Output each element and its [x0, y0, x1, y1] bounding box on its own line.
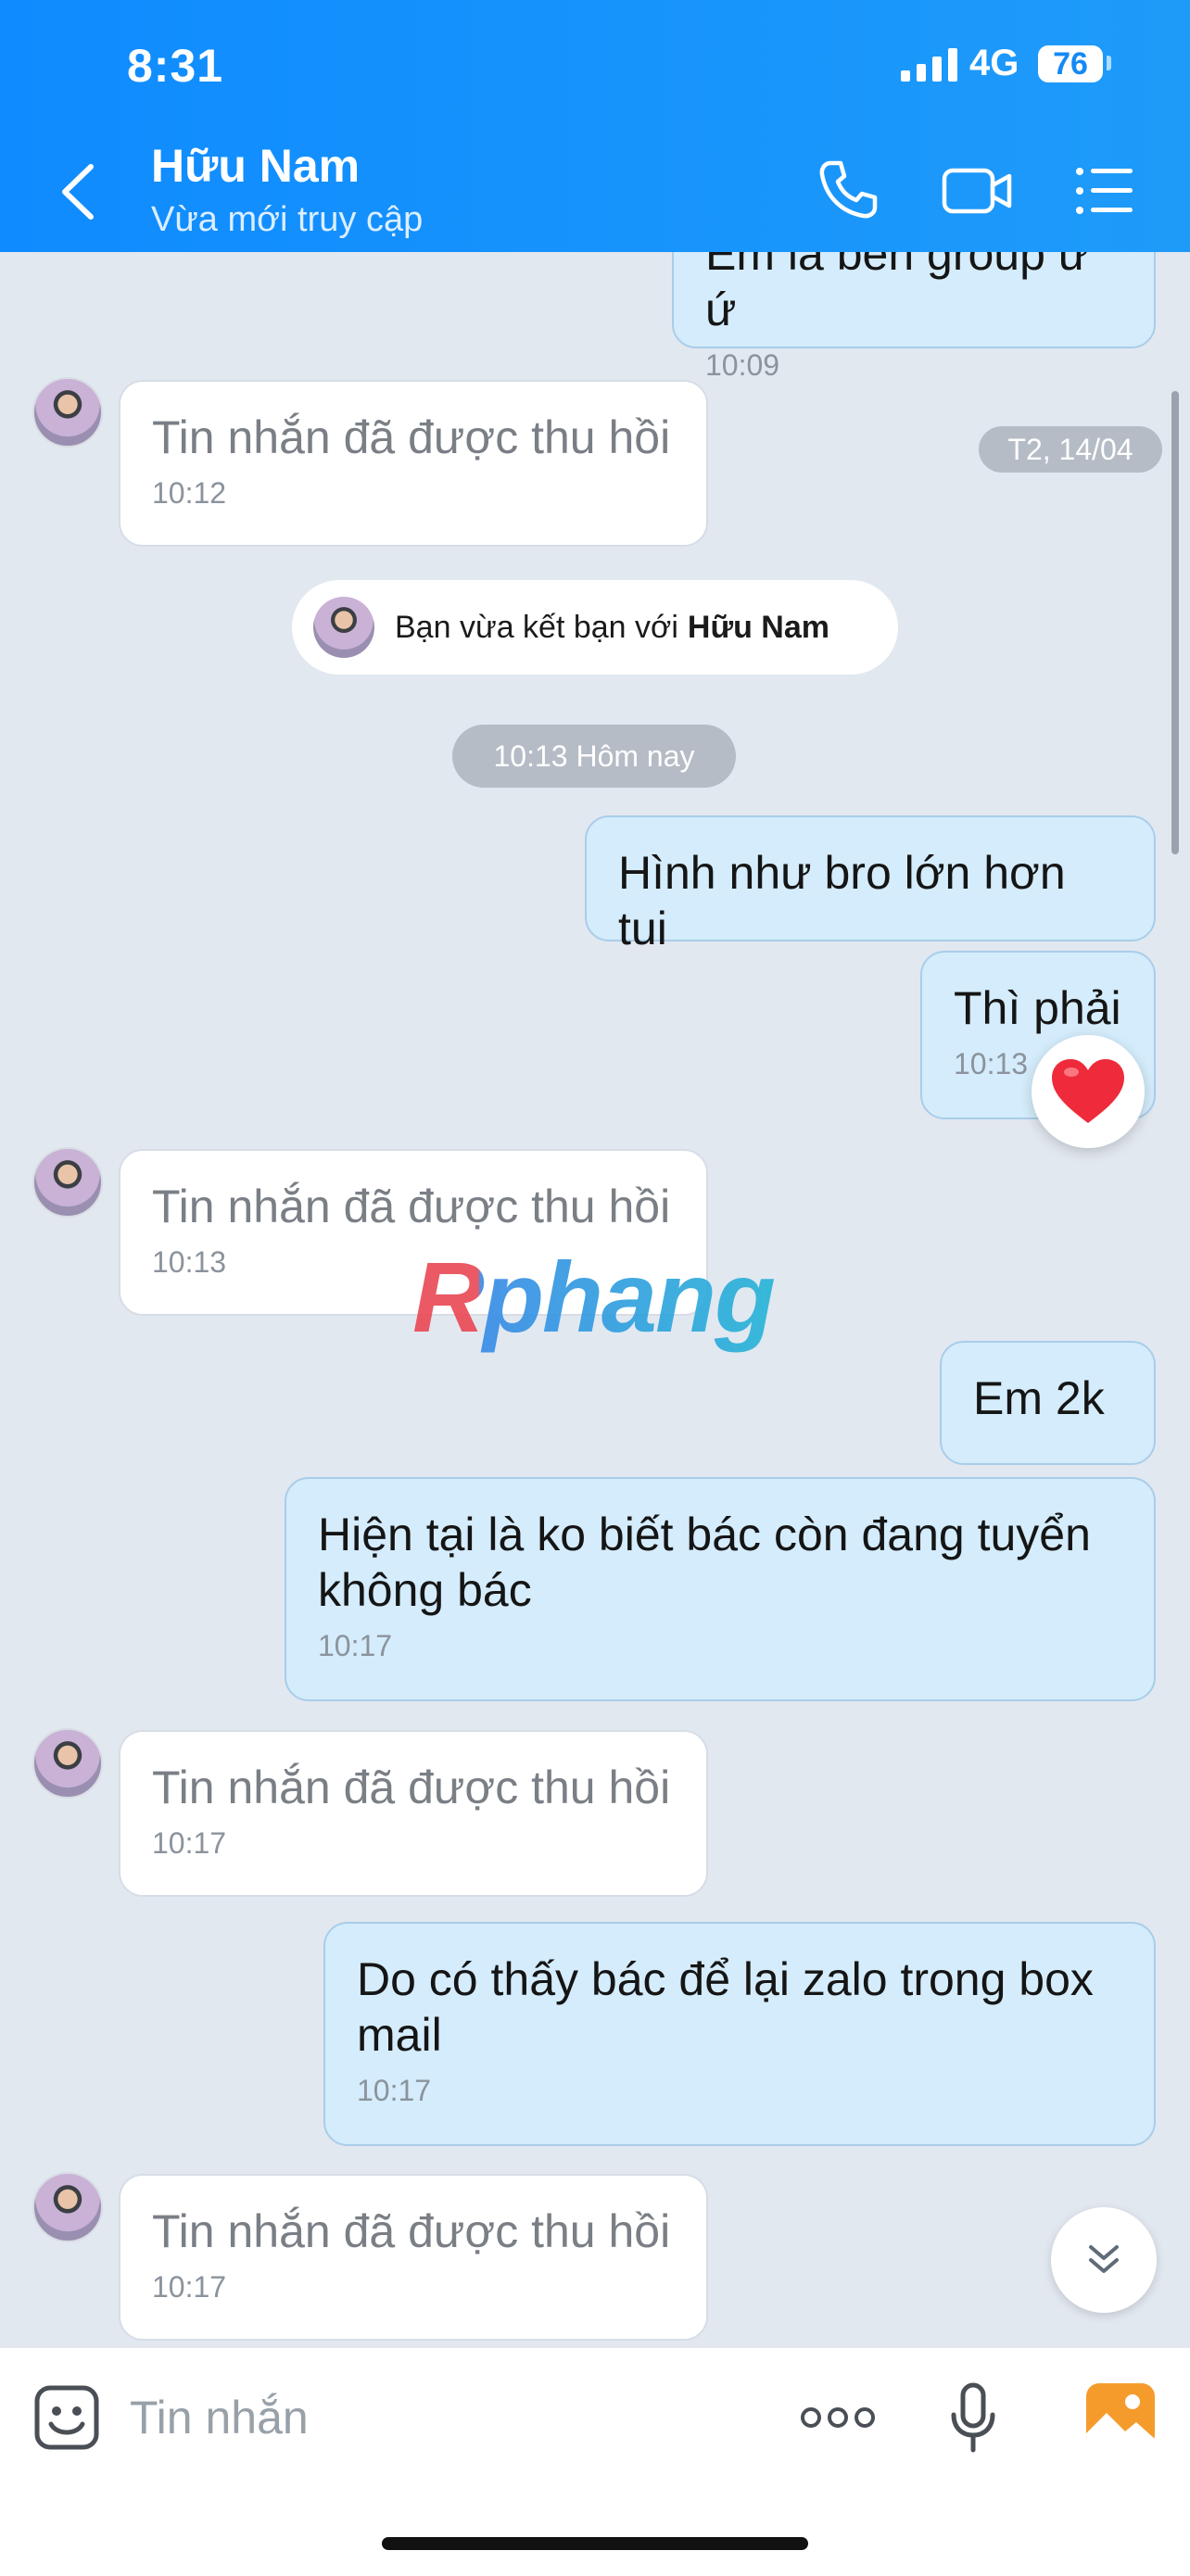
home-indicator: [382, 2537, 808, 2550]
avatar[interactable]: [32, 1728, 103, 1799]
message-text: Tin nhắn đã được thu hồi: [152, 411, 671, 463]
message-bubble-in[interactable]: Tin nhắn đã được thu hồi 10:17: [119, 1730, 708, 1897]
message-bubble-out[interactable]: Hiện tại là ko biết bác còn đang tuyển k…: [285, 1477, 1156, 1701]
heart-icon: [1052, 1059, 1124, 1123]
message-time: 10:17: [152, 2270, 227, 2304]
message-time: 10:17: [357, 2074, 432, 2107]
phone-icon[interactable]: [816, 158, 880, 222]
avatar[interactable]: [32, 1147, 103, 1218]
message-bubble-in[interactable]: Tin nhắn đã được thu hồi 10:12: [119, 380, 708, 547]
scroll-to-bottom-button[interactable]: [1051, 2207, 1157, 2313]
emoji-sticker-icon[interactable]: [32, 2383, 101, 2452]
avatar: [313, 597, 374, 658]
message-bubble-out[interactable]: Do có thấy bác để lại zalo trong box mai…: [323, 1922, 1156, 2146]
message-text: Em 2k: [973, 1372, 1105, 1424]
contact-name[interactable]: Hữu Nam: [151, 139, 360, 193]
system-message-text: Bạn vừa kết bạn với: [395, 609, 678, 645]
contact-status: Vừa mới truy cập: [151, 200, 424, 239]
more-options-icon[interactable]: [799, 2402, 877, 2433]
message-text: Thì phải: [954, 982, 1121, 1034]
message-text: Hiện tại là ko biết bác còn đang tuyển k…: [318, 1509, 1091, 1616]
time-divider: 10:13 Hôm nay: [452, 725, 736, 788]
avatar[interactable]: [32, 2172, 103, 2242]
menu-icon[interactable]: [1075, 162, 1134, 221]
message-bubble-out[interactable]: Em 2k: [940, 1341, 1156, 1465]
battery-icon: 76: [1038, 45, 1103, 82]
message-bubble-out[interactable]: Em là bên group ứ ứ 10:09: [672, 252, 1156, 382]
chat-area[interactable]: Em là bên group ứ ứ 10:09 Tin nhắn đã đư…: [0, 252, 1190, 2346]
message-time: 10:09: [705, 348, 780, 382]
message-text: Em là bên group ứ ứ: [705, 252, 1090, 335]
scrollbar[interactable]: [1171, 391, 1179, 854]
message-bubble-out[interactable]: Hình như bro lớn hơn tui: [585, 815, 1156, 954]
friend-added-system-message: Bạn vừa kết bạn với Hữu Nam: [292, 580, 898, 675]
date-pill: T2, 14/04: [979, 426, 1162, 473]
avatar[interactable]: [32, 377, 103, 448]
message-text: Tin nhắn đã được thu hồi: [152, 2205, 671, 2257]
network-label: 4G: [969, 43, 1019, 83]
message-text: Tin nhắn đã được thu hồi: [152, 1181, 671, 1232]
message-time: 10:12: [152, 476, 227, 510]
message-time: 10:17: [318, 1629, 393, 1662]
chevron-double-down-icon: [1089, 2245, 1119, 2273]
back-icon[interactable]: [56, 159, 102, 224]
microphone-icon[interactable]: [947, 2381, 999, 2456]
heart-reaction-icon[interactable]: [1032, 1035, 1145, 1148]
watermark-logo: Rphang: [412, 1241, 776, 1353]
message-text: Tin nhắn đã được thu hồi: [152, 1762, 671, 1813]
system-message-name: Hữu Nam: [687, 609, 829, 645]
status-time: 8:31: [127, 40, 224, 92]
battery-cap: [1107, 56, 1111, 70]
message-text: Do có thấy bác để lại zalo trong box mai…: [357, 1953, 1094, 2061]
message-time: 10:17: [152, 1826, 227, 1860]
app-header: 8:31 4G 76 Hữu Nam Vừa mới truy cập: [0, 0, 1190, 252]
image-gallery-icon[interactable]: [1084, 2381, 1157, 2450]
video-call-icon[interactable]: [941, 158, 1015, 222]
signal-icon: [901, 48, 957, 82]
message-input[interactable]: Tin nhắn: [130, 2391, 309, 2444]
message-bubble-in[interactable]: Tin nhắn đã được thu hồi 10:17: [119, 2174, 708, 2341]
message-text: Hình như bro lớn hơn tui: [618, 847, 1066, 954]
